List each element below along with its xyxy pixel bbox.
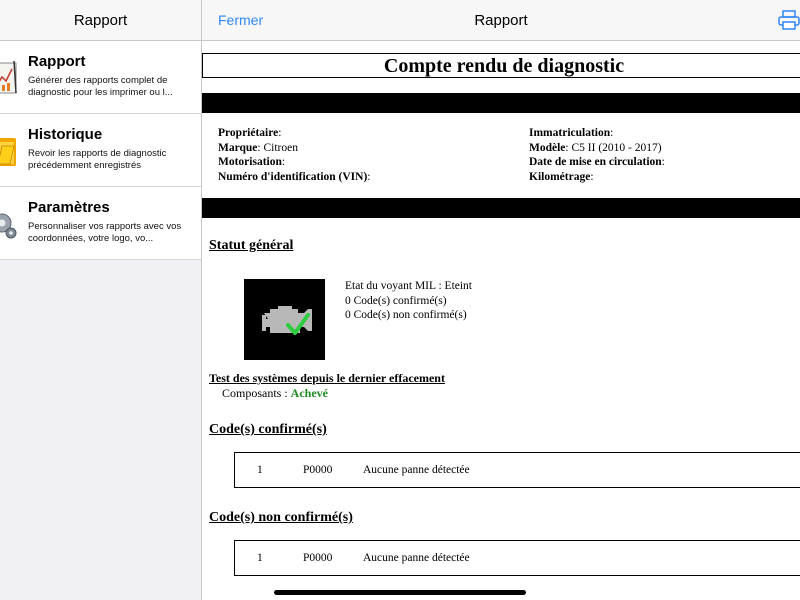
code-id: P0000 (303, 552, 333, 564)
confirmed-code-row: 1 P0000 Aucune panne détectée (234, 452, 800, 488)
report-title: Compte rendu de diagnostic (202, 53, 800, 78)
sidebar: Rapport Rapport Générer des rapports com… (0, 0, 202, 600)
code-description: Aucune panne détectée (363, 464, 470, 476)
confirmed-codes-heading: Code(s) confirmé(s) (209, 422, 327, 437)
sidebar-item-title: Historique (28, 126, 103, 143)
vehicle-info-left: Propriétaire: Marque: Citroen Motorisati… (218, 126, 370, 184)
sidebar-item-title: Rapport (28, 53, 86, 70)
mil-line: 0 Code(s) non confirmé(s) (345, 309, 467, 321)
print-icon[interactable] (778, 10, 800, 30)
model-field: Modèle: C5 II (2010 - 2017) (529, 141, 662, 154)
sidebar-item-desc: Personnaliser vos rapports avec vos coor… (28, 221, 182, 244)
plate-field: Immatriculation: (529, 127, 614, 139)
sidebar-item-desc: Revoir les rapports de diagnostic précéd… (28, 148, 167, 171)
brand-field: Marque: Citroen (218, 141, 298, 154)
section-divider (202, 93, 800, 113)
engine-field: Motorisation: (218, 156, 286, 168)
sidebar-nav-title: Rapport (0, 0, 201, 41)
components-status: Composants : Achevé (222, 386, 328, 400)
code-id: P0000 (303, 464, 333, 476)
owner-field: Propriétaire: (218, 127, 282, 139)
mil-status: Etat du voyant MIL : Eteint 0 Code(s) co… (345, 279, 472, 323)
nav-title: Rapport (474, 12, 528, 29)
home-indicator[interactable] (274, 590, 526, 595)
code-number: 1 (257, 464, 263, 476)
section-divider (202, 198, 800, 218)
sidebar-item-historique[interactable]: Historique Revoir les rapports de diagno… (0, 114, 201, 187)
sidebar-item-desc: Générer des rapports complet de diagnost… (28, 75, 173, 98)
vin-field: Numéro d'identification (VIN): (218, 170, 371, 183)
settings-gear-icon (0, 213, 17, 239)
report-view: Fermer Rapport Compte rendu de diagnosti… (202, 0, 800, 600)
tests-heading: Test des systèmes depuis le dernier effa… (209, 371, 445, 385)
unconfirmed-codes-heading: Code(s) non confirmé(s) (209, 510, 353, 525)
components-value: Achevé (290, 386, 328, 400)
vehicle-info-right: Immatriculation: Modèle: C5 II (2010 - 2… (529, 126, 665, 184)
sidebar-item-parametres[interactable]: Paramètres Personnaliser vos rapports av… (0, 187, 201, 260)
sidebar-item-rapport[interactable]: Rapport Générer des rapports complet de … (0, 41, 201, 114)
history-folder-icon (0, 138, 16, 166)
sidebar-item-title: Paramètres (28, 199, 110, 216)
mil-line: Etat du voyant MIL : Eteint (345, 280, 473, 292)
unconfirmed-code-row: 1 P0000 Aucune panne détectée (234, 540, 800, 576)
registration-date-field: Date de mise en circulation: (529, 156, 665, 168)
check-engine-ok-icon (244, 279, 325, 360)
code-description: Aucune panne détectée (363, 552, 470, 564)
sidebar-list: Rapport Générer des rapports complet de … (0, 41, 201, 260)
mil-line: 0 Code(s) confirmé(s) (345, 294, 447, 307)
report-chart-icon (0, 60, 17, 94)
report-nav-bar: Fermer Rapport (202, 0, 800, 41)
mileage-field: Kilométrage: (529, 170, 594, 183)
code-number: 1 (257, 552, 263, 564)
general-status-heading: Statut général (209, 238, 294, 253)
